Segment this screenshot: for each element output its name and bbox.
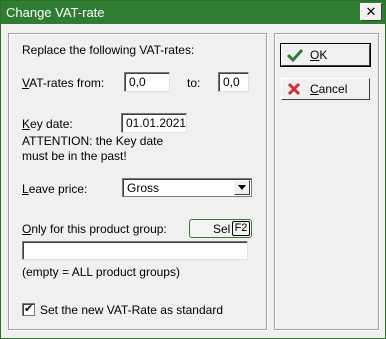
- vat-from-label: VAT-rates from:: [22, 76, 105, 90]
- attention-line1: ATTENTION: the Key date: [22, 134, 164, 148]
- window-title: Change VAT-rate: [6, 5, 105, 20]
- close-button[interactable]: ✕: [360, 3, 382, 21]
- product-group-label: Only for this product group:: [22, 222, 167, 236]
- vat-from-input[interactable]: 0,0: [124, 72, 170, 92]
- leave-price-select[interactable]: Gross: [122, 178, 252, 197]
- f2-key-badge: F2: [232, 221, 250, 236]
- set-standard-label: Set the new VAT-Rate as standard: [40, 303, 223, 317]
- title-bar: Change VAT-rate ✕: [1, 1, 385, 24]
- to-label: to:: [187, 76, 201, 90]
- leave-price-label: Leave price:: [22, 182, 88, 196]
- vat-to-input[interactable]: 0,0: [218, 72, 249, 92]
- chevron-down-icon[interactable]: [234, 180, 250, 195]
- key-date-input[interactable]: 01.01.2021: [121, 113, 187, 133]
- cancel-button[interactable]: Cancel: [281, 78, 370, 100]
- ok-label: OK: [310, 48, 328, 62]
- empty-note: (empty = ALL product groups): [22, 265, 180, 279]
- close-icon: ✕: [365, 4, 377, 19]
- product-group-input[interactable]: [22, 241, 248, 260]
- vat-from-label-text: AT-rates from:: [29, 76, 105, 90]
- x-icon: [287, 82, 301, 96]
- leave-price-value: Gross: [127, 181, 160, 195]
- check-mark-icon: ✔: [24, 303, 34, 315]
- heading-label: Replace the following VAT-rates:: [22, 43, 195, 57]
- sel-button-label: Sel: [213, 222, 231, 236]
- select-product-group-button[interactable]: Sel F2: [189, 219, 252, 238]
- cancel-label: Cancel: [310, 82, 348, 96]
- check-icon: [287, 48, 303, 62]
- attention-line2: must be in the past!: [22, 149, 127, 163]
- set-standard-checkbox[interactable]: ✔: [22, 303, 35, 316]
- key-date-label: Key date:: [22, 117, 73, 131]
- ok-button[interactable]: OK: [280, 43, 371, 67]
- change-vat-rate-dialog: Change VAT-rate ✕ Replace the following …: [0, 0, 386, 339]
